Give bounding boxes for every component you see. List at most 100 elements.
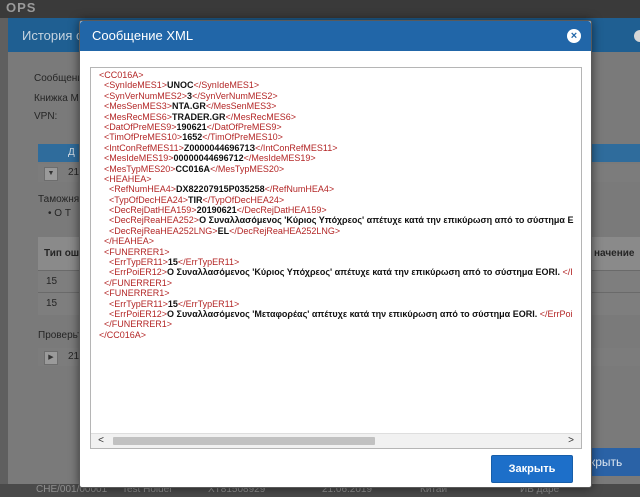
error-type-column: Тип ош bbox=[44, 248, 80, 259]
xml-tag: </IntConRefMES11> bbox=[255, 142, 338, 153]
xml-tag: <HEAHEA> bbox=[99, 173, 152, 184]
history-window-title: История с bbox=[22, 28, 83, 43]
app-topbar: OPS bbox=[0, 0, 640, 18]
close-button[interactable]: Закрыть bbox=[491, 455, 573, 483]
app-brand: OPS bbox=[6, 0, 37, 15]
xml-tag: <IntConRefMES11> bbox=[99, 142, 184, 153]
xml-line: <RefNumHEA4>DX82207915P035258</RefNumHEA… bbox=[91, 184, 581, 194]
xml-line: <ErrPoiER12>Ο Συναλλασόμενος 'Μεταφορέας… bbox=[91, 309, 581, 319]
xml-line: <MesIdeMES19>00000044696712</MesIdeMES19… bbox=[91, 153, 581, 163]
xml-tag: <SynIdeMES1> bbox=[99, 80, 168, 91]
xml-line: <MesTypMES20>CC016A</MesTypMES20> bbox=[91, 164, 581, 174]
xml-line: <SynVerNumMES2>3</SynVerNumMES2> bbox=[91, 91, 581, 101]
window-close-icon[interactable] bbox=[634, 30, 640, 42]
xml-tag: <ErrPoiER12> bbox=[99, 267, 168, 278]
xml-line: </CC016A> bbox=[91, 330, 581, 340]
value-column: начение bbox=[594, 248, 635, 259]
xml-line: <ErrTypER11>15</ErrTypER11> bbox=[91, 257, 581, 267]
scrollbar-thumb[interactable] bbox=[113, 437, 375, 445]
xml-value: Ο Συναλλασόμενος 'Μεταφορέας' απέτυχε κα… bbox=[167, 308, 540, 319]
table-cell: 15 bbox=[46, 276, 58, 287]
xml-line: <TimOfPreMES10>1652</TimOfPreMES10> bbox=[91, 132, 581, 142]
xml-tag: <FUNERRER1> bbox=[99, 246, 170, 257]
xml-tag: </MesRecMES6> bbox=[225, 111, 297, 122]
xml-tag: <DatOfPreMES9> bbox=[99, 121, 177, 132]
xml-value: TIR bbox=[188, 194, 203, 205]
section-bar-label: Д bbox=[68, 147, 75, 158]
xml-value: 190621 bbox=[176, 121, 207, 132]
customs-label: Таможня bbox=[38, 194, 80, 205]
xml-tag: <FUNERRER1> bbox=[99, 288, 170, 299]
xml-tag: <ErrTypER11> bbox=[99, 298, 168, 309]
xml-line: <ErrPoiER12>Ο Συναλλασόμενος 'Κύριος Υπό… bbox=[91, 267, 581, 277]
xml-line: </FUNERRER1> bbox=[91, 319, 581, 329]
xml-viewer[interactable]: <CC016A> <SynIdeMES1>UNOC</SynIdeMES1> <… bbox=[90, 67, 582, 449]
xml-tag: </SynVerNumMES2> bbox=[192, 90, 278, 101]
xml-tag: <TimOfPreMES10> bbox=[99, 132, 183, 143]
xml-line: <FUNERRER1> bbox=[91, 247, 581, 257]
collapse-icon[interactable]: ▼ bbox=[44, 167, 58, 181]
xml-line: </FUNERRER1> bbox=[91, 278, 581, 288]
xml-line: <MesSenMES3>NTA.GR</MesSenMES3> bbox=[91, 101, 581, 111]
section-row-label: 21 bbox=[68, 351, 80, 362]
xml-tag: <DecRejReaHEA252LNG> bbox=[99, 225, 218, 236]
xml-tag: <MesSenMES3> bbox=[99, 101, 173, 112]
dialog-header: Сообщение XML × bbox=[80, 21, 591, 51]
expand-icon[interactable]: ▶ bbox=[44, 351, 58, 365]
scroll-left-icon[interactable]: < bbox=[95, 434, 107, 448]
section-row-label: 21 bbox=[68, 167, 80, 178]
xml-line: <IntConRefMES11>Z000004469671З</IntConRe… bbox=[91, 143, 581, 153]
xml-tag: </RefNumHEA4> bbox=[264, 184, 335, 195]
xml-value: 00000044696712 bbox=[173, 153, 244, 164]
xml-tag: </ErrPoi bbox=[539, 308, 573, 319]
xml-value: 15 bbox=[167, 298, 178, 309]
xml-tag: </I bbox=[562, 267, 573, 278]
xml-content: <CC016A> <SynIdeMES1>UNOC</SynIdeMES1> <… bbox=[91, 68, 581, 434]
xml-line: <SynIdeMES1>UNOC</SynIdeMES1> bbox=[91, 80, 581, 90]
xml-tag: <MesIdeMES19> bbox=[99, 153, 174, 164]
horizontal-scrollbar[interactable]: < > bbox=[91, 433, 581, 448]
xml-line: <DecRejDatHEA159>20190621</DecRejDatHEA1… bbox=[91, 205, 581, 215]
xml-tag: </ErrTypER11> bbox=[177, 298, 240, 309]
xml-tag: <ErrTypER11> bbox=[99, 257, 168, 268]
xml-tag: <DecRejDatHEA159> bbox=[99, 205, 197, 216]
xml-value: 20190621 bbox=[196, 205, 237, 216]
xml-tag: </MesTypMES20> bbox=[210, 163, 285, 174]
xml-line: <ErrTypER11>15</ErrTypER11> bbox=[91, 299, 581, 309]
xml-tag: </MesIdeMES19> bbox=[243, 153, 316, 164]
xml-line: <HEAHEA> bbox=[91, 174, 581, 184]
xml-line: <DatOfPreMES9>190621</DatOfPreMES9> bbox=[91, 122, 581, 132]
check-label: Проверьт bbox=[38, 330, 82, 341]
xml-tag: <DecRejReaHEA252> bbox=[99, 215, 200, 226]
xml-tag: <MesRecMES6> bbox=[99, 111, 173, 122]
scroll-right-icon[interactable]: > bbox=[565, 434, 577, 448]
xml-line: <CC016A> bbox=[91, 70, 581, 80]
close-icon[interactable]: × bbox=[567, 29, 581, 43]
xml-tag: </FUNERRER1> bbox=[99, 277, 173, 288]
xml-tag: <TypOfDecHEA24> bbox=[99, 194, 189, 205]
xml-tag: </ErrTypER11> bbox=[177, 257, 240, 268]
xml-value: NTA.GR bbox=[172, 101, 206, 112]
xml-line: <MesRecMES6>TRADER.GR</MesRecMES6> bbox=[91, 112, 581, 122]
xml-value: TRADER.GR bbox=[172, 111, 226, 122]
xml-line: <DecRejReaHEA252>Ο Συναλλασόμενος 'Κύριο… bbox=[91, 215, 581, 225]
xml-tag: </TimOfPreMES10> bbox=[202, 132, 283, 143]
dialog-title: Сообщение XML bbox=[92, 28, 194, 43]
customs-bullet: • О Т bbox=[48, 208, 71, 219]
xml-line: <DecRejReaHEA252LNG>EL</DecRejReaHEA252L… bbox=[91, 226, 581, 236]
xml-value: Ο Συναλλασόμενος 'Κύριος Υπόχρεος' απέτυ… bbox=[167, 267, 563, 278]
xml-tag: </DecRejDatHEA159> bbox=[236, 205, 327, 216]
xml-value: 15 bbox=[167, 257, 178, 268]
xml-value: UNOC bbox=[167, 80, 194, 91]
xml-tag: <MesTypMES20> bbox=[99, 163, 176, 174]
vpn-label: VPN: bbox=[34, 111, 58, 122]
xml-value: 1652 bbox=[182, 132, 203, 143]
book-label: Книжка МД bbox=[34, 93, 86, 104]
message-label: Сообщени bbox=[34, 73, 83, 84]
xml-tag: <CC016A> bbox=[99, 70, 144, 80]
xml-line: <FUNERRER1> bbox=[91, 288, 581, 298]
xml-tag: <ErrPoiER12> bbox=[99, 308, 168, 319]
xml-value: Ο Συναλλασόμενος 'Κύριος Υπόχρεος' απέτυ… bbox=[199, 215, 574, 226]
xml-tag: </SynIdeMES1> bbox=[193, 80, 260, 91]
xml-value: EL bbox=[217, 225, 230, 236]
